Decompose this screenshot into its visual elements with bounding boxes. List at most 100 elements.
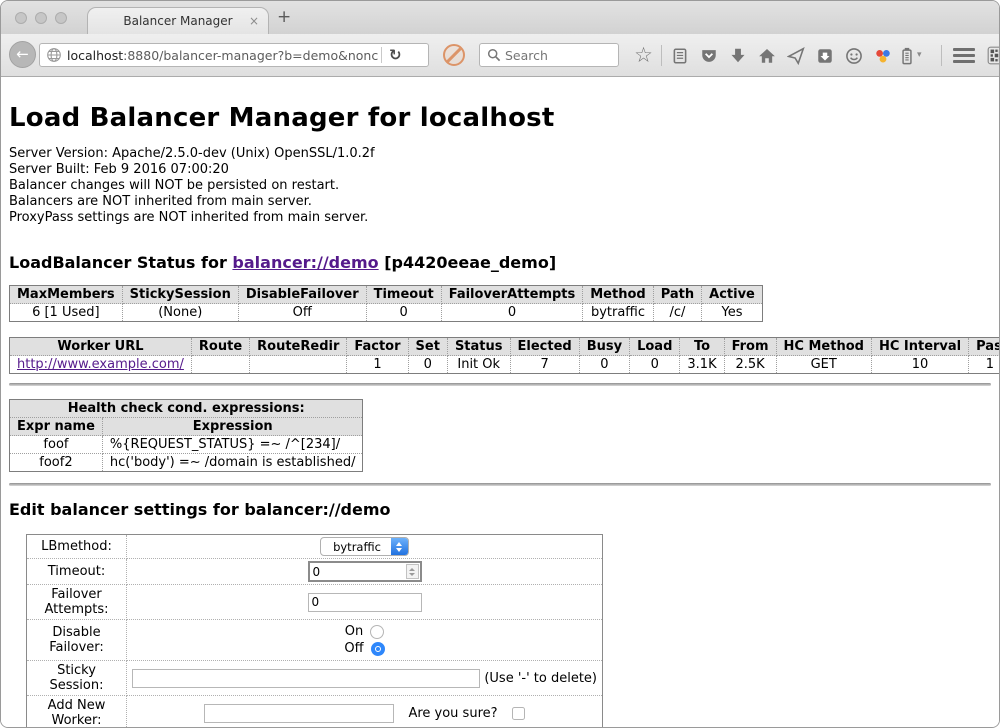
column-header: Status bbox=[447, 338, 510, 356]
column-header: Active bbox=[702, 286, 763, 304]
confirm-label: Are you sure? bbox=[408, 706, 497, 721]
colored-dots-icon[interactable] bbox=[868, 42, 897, 68]
column-header: HC Method bbox=[776, 338, 871, 356]
search-bar[interactable] bbox=[479, 43, 619, 67]
server-info: Server Version: Apache/2.5.0-dev (Unix) … bbox=[9, 146, 991, 226]
window-controls[interactable] bbox=[15, 12, 67, 24]
section-divider bbox=[9, 483, 991, 486]
downloads-icon[interactable] bbox=[723, 42, 752, 68]
table-cell: 0 bbox=[366, 304, 441, 322]
loadbalancer-status-heading: LoadBalancer Status for balancer://demo … bbox=[9, 253, 991, 272]
navigation-toolbar: ← localhost:8880/balancer-manager?b=demo… bbox=[1, 34, 999, 77]
timeout-label: Timeout: bbox=[27, 559, 127, 585]
minimize-window-icon[interactable] bbox=[35, 12, 47, 24]
column-header: Expr name bbox=[10, 418, 103, 436]
chevron-down-icon[interactable]: ▾ bbox=[917, 50, 929, 60]
table-cell: (None) bbox=[122, 304, 238, 322]
health-table-title: Health check cond. expressions: bbox=[10, 400, 363, 418]
table-cell: Init Ok bbox=[447, 356, 510, 374]
close-tab-icon[interactable]: × bbox=[249, 14, 259, 28]
server-version-line: Server Version: Apache/2.5.0-dev (Unix) … bbox=[9, 146, 991, 162]
balancer-demo-link[interactable]: balancer://demo bbox=[232, 253, 378, 272]
table-cell: /c/ bbox=[653, 304, 701, 322]
share-icon[interactable] bbox=[781, 42, 810, 68]
table-cell: Off bbox=[238, 304, 366, 322]
table-header-row: Worker URL Route RouteRedir Factor Set S… bbox=[10, 338, 1000, 356]
worker-url-cell: http://www.example.com/ bbox=[10, 356, 192, 374]
status-heading-prefix: LoadBalancer Status for bbox=[9, 253, 232, 272]
status-heading-suffix: [p4420eeae_demo] bbox=[379, 253, 557, 272]
lbmethod-selected-value: bytraffic bbox=[321, 538, 391, 555]
search-input[interactable] bbox=[505, 48, 605, 63]
timeout-input[interactable] bbox=[308, 561, 422, 582]
radio-off[interactable] bbox=[371, 642, 385, 656]
back-button[interactable]: ← bbox=[9, 41, 36, 68]
column-header: HC Interval bbox=[871, 338, 968, 356]
sticky-session-input[interactable] bbox=[132, 669, 480, 688]
failover-attempts-input[interactable] bbox=[308, 593, 422, 612]
column-header: Passes bbox=[969, 338, 1000, 356]
expression-cell: %{REQUEST_STATUS} =~ /^[234]/ bbox=[102, 436, 363, 454]
edit-balancer-form: LBmethod: bytraffic Timeout: bbox=[26, 534, 603, 728]
edit-settings-heading: Edit balancer settings for balancer://de… bbox=[9, 500, 991, 519]
sticky-session-label: Sticky Session: bbox=[27, 661, 127, 696]
persist-notice-line: Balancer changes will NOT be persisted o… bbox=[9, 178, 991, 194]
reading-list-icon[interactable] bbox=[665, 42, 694, 68]
radio-on-label: On bbox=[345, 624, 363, 639]
page-title: Load Balancer Manager for localhost bbox=[9, 103, 991, 133]
hello-chat-icon[interactable] bbox=[839, 42, 868, 68]
table-row: foof2 hc('body') =~ /domain is establish… bbox=[10, 454, 363, 472]
content-blocker-icon[interactable] bbox=[443, 44, 465, 66]
table-header-row: Expr name Expression bbox=[10, 418, 363, 436]
column-header: Path bbox=[653, 286, 701, 304]
form-row-timeout: Timeout: bbox=[27, 559, 603, 585]
expression-cell: hc('body') =~ /domain is established/ bbox=[102, 454, 363, 472]
zoom-window-icon[interactable] bbox=[55, 12, 67, 24]
home-icon[interactable] bbox=[752, 42, 781, 68]
close-window-icon[interactable] bbox=[15, 12, 27, 24]
pocket-icon[interactable] bbox=[694, 42, 723, 68]
url-text[interactable]: localhost:8880/balancer-manager?b=demo&n… bbox=[67, 48, 379, 63]
worker-url-link[interactable]: http://www.example.com/ bbox=[17, 357, 184, 372]
column-header: Timeout bbox=[366, 286, 441, 304]
reload-icon[interactable]: ↻ bbox=[389, 46, 402, 64]
column-header: RouteRedir bbox=[250, 338, 347, 356]
select-stepper-icon bbox=[391, 538, 408, 555]
tab-balancer-manager[interactable]: Balancer Manager × bbox=[87, 7, 269, 34]
column-header: Load bbox=[630, 338, 680, 356]
expr-name-cell: foof bbox=[10, 436, 103, 454]
browser-window: Balancer Manager × + ← localhost:8880/ba… bbox=[0, 0, 1000, 728]
add-worker-input[interactable] bbox=[204, 704, 394, 723]
new-tab-button[interactable]: + bbox=[277, 7, 291, 27]
column-header: Set bbox=[408, 338, 447, 356]
save-to-pocket-icon[interactable] bbox=[810, 42, 839, 68]
search-icon bbox=[487, 48, 501, 62]
number-spinner-icon[interactable] bbox=[406, 564, 419, 579]
form-row-failover-attempts: Failover Attempts: bbox=[27, 585, 603, 620]
column-header: MaxMembers bbox=[10, 286, 123, 304]
confirm-checkbox[interactable] bbox=[512, 707, 525, 720]
tab-title: Balancer Manager bbox=[123, 14, 232, 28]
toolbar-divider bbox=[661, 45, 662, 66]
column-header: Factor bbox=[347, 338, 408, 356]
proxypass-notice-line: ProxyPass settings are NOT inherited fro… bbox=[9, 210, 991, 226]
table-cell bbox=[250, 356, 347, 374]
worker-status-table: Worker URL Route RouteRedir Factor Set S… bbox=[9, 337, 1000, 374]
url-domain: localhost bbox=[67, 48, 123, 63]
table-cell: 1 (0) bbox=[969, 356, 1000, 374]
radio-on[interactable] bbox=[370, 625, 384, 639]
expr-name-cell: foof2 bbox=[10, 454, 103, 472]
extension-grid-icon[interactable] bbox=[981, 42, 1000, 68]
form-row-sticky-session: Sticky Session: (Use '-' to delete) bbox=[27, 661, 603, 696]
column-header: Worker URL bbox=[10, 338, 192, 356]
server-built-line: Server Built: Feb 9 2016 07:00:20 bbox=[9, 162, 991, 178]
table-cell: 0 bbox=[408, 356, 447, 374]
table-row: 6 [1 Used] (None) Off 0 0 bytraffic /c/ … bbox=[10, 304, 763, 322]
table-cell: GET bbox=[776, 356, 871, 374]
battery-icon[interactable] bbox=[897, 42, 917, 68]
lbmethod-select[interactable]: bytraffic bbox=[320, 537, 409, 556]
bookmark-star-icon[interactable]: ☆ bbox=[629, 42, 658, 68]
url-bar[interactable]: localhost:8880/balancer-manager?b=demo&n… bbox=[39, 43, 429, 67]
menu-icon[interactable] bbox=[953, 42, 975, 68]
disable-failover-label: Disable Failover: bbox=[27, 620, 127, 661]
